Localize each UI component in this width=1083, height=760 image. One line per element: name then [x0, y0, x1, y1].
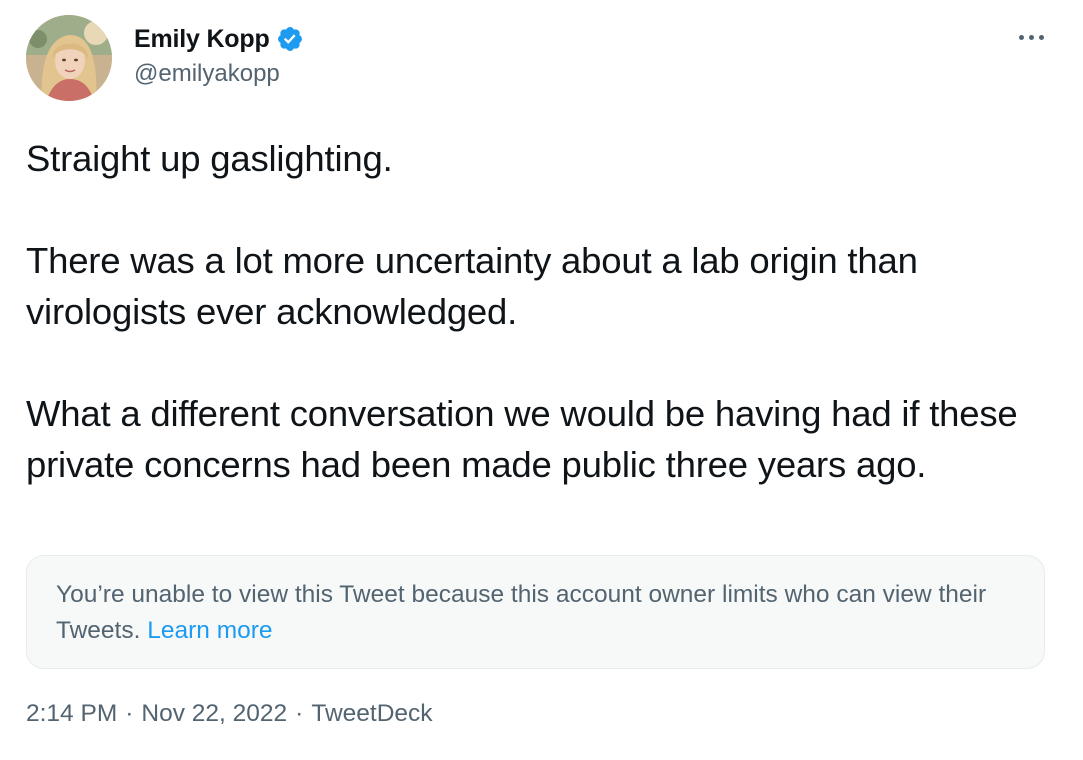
tweet-metadata: 2:14 PM · Nov 22, 2022 · TweetDeck	[26, 700, 433, 728]
tweet-text: Straight up gaslighting. There was a lot…	[26, 133, 1056, 490]
author-name-row: Emily Kopp	[134, 22, 304, 56]
tweet-source[interactable]: TweetDeck	[311, 700, 432, 728]
verified-badge-icon	[276, 25, 304, 53]
tweet-paragraph: What a different conversation we would b…	[26, 393, 1018, 485]
profile-photo-icon	[26, 15, 112, 101]
more-options-icon[interactable]	[1009, 22, 1053, 52]
tweet-paragraph: There was a lot more uncertainty about a…	[26, 240, 918, 332]
avatar[interactable]	[26, 15, 112, 101]
meta-separator: ·	[125, 700, 134, 727]
author-display-name[interactable]: Emily Kopp	[134, 25, 270, 54]
unavailable-quote-notice: You’re unable to view this Tweet because…	[26, 555, 1045, 669]
tweet-paragraph: Straight up gaslighting.	[26, 138, 393, 179]
author-handle[interactable]: @emilyakopp	[134, 60, 280, 88]
tweet-card: Emily Kopp @emilyakopp Straight up gasli…	[0, 0, 1083, 760]
tweet-time[interactable]: 2:14 PM	[26, 700, 117, 728]
meta-separator: ·	[295, 700, 304, 727]
learn-more-link[interactable]: Learn more	[147, 617, 272, 644]
tweet-date[interactable]: Nov 22, 2022	[141, 700, 287, 728]
